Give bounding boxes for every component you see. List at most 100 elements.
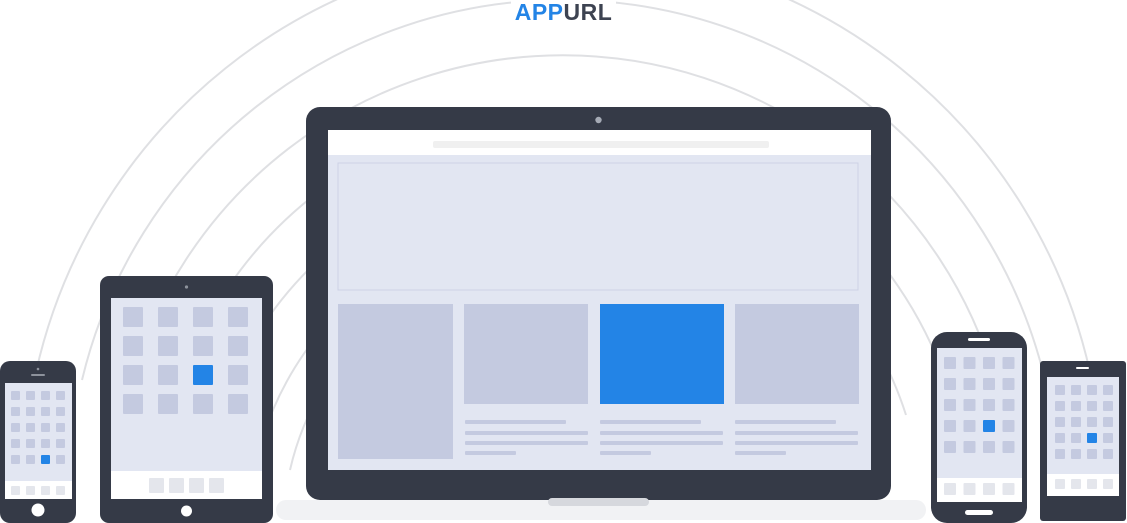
app-icon [1087,401,1097,411]
app-icon [1071,449,1081,459]
app-icon [1071,385,1081,395]
app-icon [26,407,35,416]
hero-banner [337,162,859,291]
app-icon [1055,433,1065,443]
app-icon [123,336,143,356]
content-card [464,304,588,404]
dock-icon [1087,479,1097,489]
app-icon [1055,449,1065,459]
app-icon [1103,449,1113,459]
android-speaker [968,338,990,341]
app-icon [1071,417,1081,427]
app-icon [1103,385,1113,395]
content-card [735,304,859,404]
app-icon [1103,433,1113,443]
app-icon [963,420,976,432]
app-icon [963,378,976,390]
app-icon-highlighted [1087,433,1097,443]
dock-icon [56,486,65,495]
app-icon [123,365,143,385]
app-icon [11,407,20,416]
app-icon [56,391,65,400]
tablet-camera [184,285,189,289]
app-icon [41,407,50,416]
app-icon [56,455,65,464]
app-icon [1071,433,1081,443]
home-button [31,503,45,517]
app-icon [944,420,956,432]
app-icon [56,439,65,448]
small-phone-device [1040,361,1126,521]
app-icon [158,365,178,385]
app-icon [1002,357,1015,369]
app-icon [228,394,248,414]
app-icon [1002,399,1015,411]
home-button [181,505,192,517]
dock-icon [26,486,35,495]
app-icon [963,441,976,453]
tablet-dock [111,471,262,499]
app-icon [26,455,35,464]
app-icon [158,307,178,327]
app-icon [228,307,248,327]
sidebar-block [338,304,453,459]
iphone-device [0,361,76,523]
app-icon [26,423,35,432]
app-icon [41,391,50,400]
app-icon [1103,401,1113,411]
app-icon [228,365,248,385]
app-icon-highlighted [41,455,50,464]
app-icon [1055,401,1065,411]
logo-app-text: APP [514,0,564,25]
dock-icon [189,478,204,493]
app-icon [123,307,143,327]
app-icon [228,336,248,356]
dock-icon [209,478,224,493]
dock-icon [944,483,956,495]
app-icon [193,307,213,327]
iphone-camera [36,367,40,371]
dock-icon [1002,483,1015,495]
small-phone-speaker [1076,367,1089,369]
app-icon [1087,417,1097,427]
app-icon [1055,385,1065,395]
app-icon [11,439,20,448]
dock-icon [169,478,184,493]
app-icon [11,391,20,400]
app-icon [193,394,213,414]
app-icon [123,394,143,414]
dock-icon [1103,479,1113,489]
dock-icon [983,483,995,495]
app-icon [944,357,956,369]
app-icon [56,423,65,432]
app-icon [1071,401,1081,411]
app-icon [1087,449,1097,459]
laptop-base [548,498,649,506]
dock-icon [11,486,20,495]
appurl-logo: APPURL [0,0,1127,27]
app-icon [1055,417,1065,427]
app-icon-highlighted [983,420,995,432]
app-icon [158,394,178,414]
address-bar [433,141,769,148]
app-icon [26,391,35,400]
app-icon [983,357,995,369]
app-icon-highlighted [193,365,213,385]
dock-icon [1071,479,1081,489]
tablet-device [100,276,273,523]
laptop-camera [595,116,602,124]
app-icon [56,407,65,416]
app-icon [983,441,995,453]
app-icon [944,378,956,390]
app-icon [158,336,178,356]
app-icon [963,357,976,369]
app-icon [1002,420,1015,432]
app-icon [26,439,35,448]
android-home-bar [965,510,993,515]
dock-icon [1055,479,1065,489]
dock-icon [41,486,50,495]
app-icon [944,441,956,453]
dock-icon [149,478,164,493]
devices-illustration [0,0,1126,523]
app-icon [1002,378,1015,390]
